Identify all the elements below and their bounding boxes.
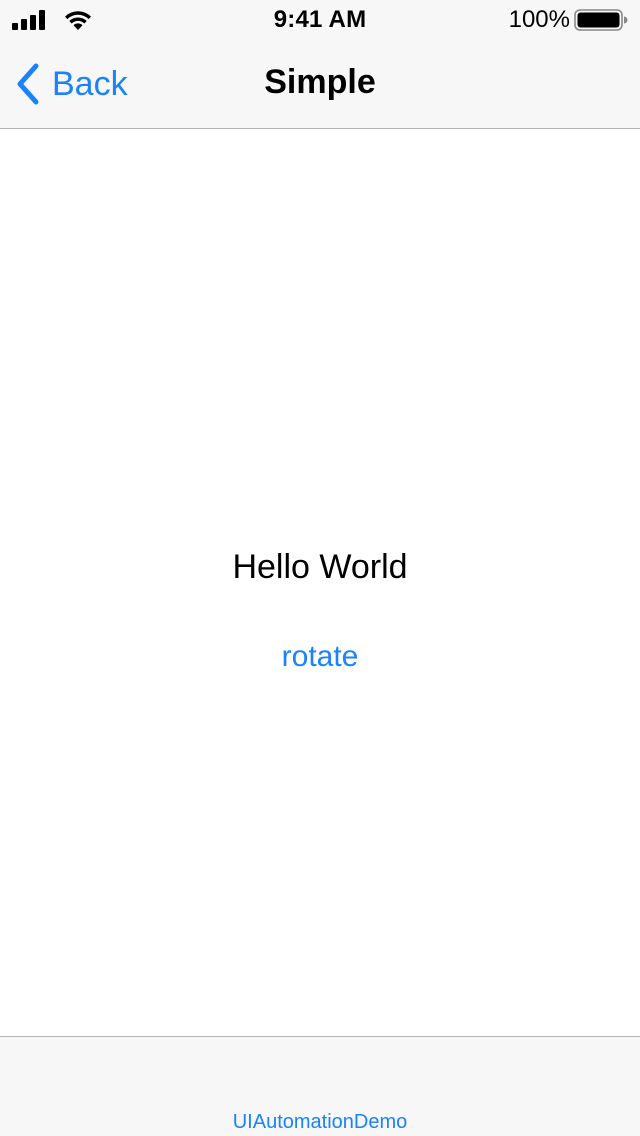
screen: 9:41 AM 100% Back Simple Hello World rot… xyxy=(0,0,640,1136)
rotate-button[interactable]: rotate xyxy=(260,639,380,675)
bottom-bar: UIAutomationDemo xyxy=(0,1036,640,1136)
main-content: Hello World rotate xyxy=(0,129,640,1036)
app-name-link[interactable]: UIAutomationDemo xyxy=(0,1111,640,1134)
battery-full-icon xyxy=(574,9,628,31)
hello-label: Hello World xyxy=(232,548,408,586)
navigation-bar: Back Simple xyxy=(0,40,640,128)
page-title: Simple xyxy=(264,63,376,101)
top-bar: 9:41 AM 100% Back Simple xyxy=(0,0,640,129)
status-bar: 9:41 AM 100% xyxy=(0,0,640,40)
battery-percentage: 100% xyxy=(508,6,570,33)
